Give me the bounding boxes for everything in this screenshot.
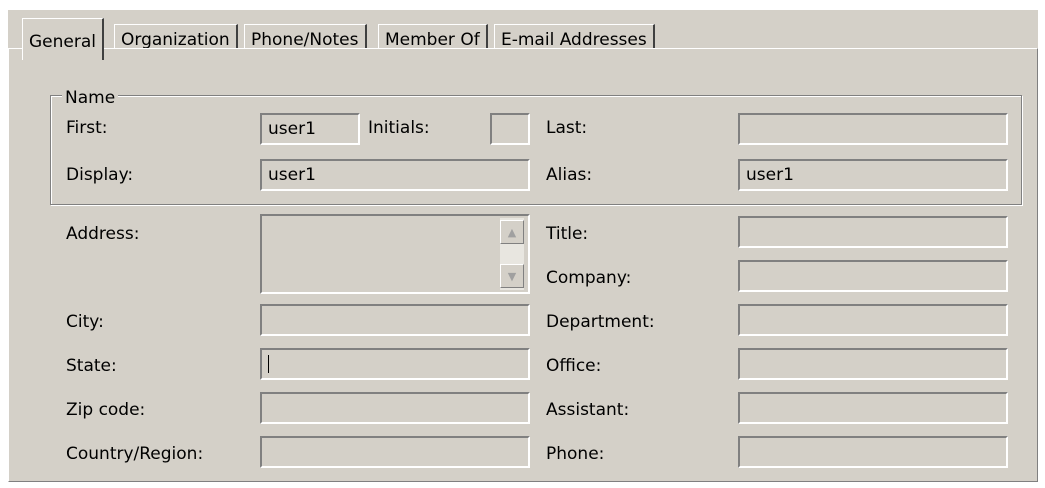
company-label: Company: [546, 268, 632, 288]
address-textarea[interactable] [260, 214, 530, 294]
display-name-label: Display: [66, 165, 134, 185]
last-name-label: Last: [546, 118, 588, 138]
last-name-field[interactable] [738, 113, 1008, 145]
company-field[interactable] [738, 260, 1008, 292]
city-field[interactable] [260, 304, 530, 336]
department-field[interactable] [738, 304, 1008, 336]
tab-label: E-mail Addresses [501, 30, 647, 50]
zip-code-label: Zip code: [66, 400, 146, 420]
office-field[interactable] [738, 348, 1008, 380]
tab-label: Organization [121, 30, 230, 50]
country-region-label: Country/Region: [66, 444, 204, 464]
office-label: Office: [546, 356, 602, 376]
zip-code-field[interactable] [260, 392, 530, 424]
name-group-title: Name [62, 88, 119, 108]
title-label: Title: [546, 224, 589, 244]
country-region-field[interactable] [260, 436, 530, 468]
first-name-field[interactable]: user1 [260, 113, 360, 145]
phone-label: Phone: [546, 444, 605, 464]
alias-label: Alias: [546, 165, 593, 185]
first-name-label: First: [66, 118, 108, 138]
scroll-down-arrow-icon[interactable]: ▼ [500, 264, 524, 288]
display-name-field[interactable]: user1 [260, 159, 530, 191]
tab-label: Member Of [385, 30, 480, 50]
assistant-field[interactable] [738, 392, 1008, 424]
scroll-up-arrow-icon[interactable]: ▲ [500, 220, 524, 244]
initials-label: Initials: [368, 118, 430, 138]
phone-field[interactable] [738, 436, 1008, 468]
state-label: State: [66, 356, 117, 376]
address-label: Address: [66, 224, 140, 244]
tab-label: General [29, 32, 96, 52]
assistant-label: Assistant: [546, 400, 630, 420]
city-label: City: [66, 312, 104, 332]
initials-field[interactable] [490, 113, 530, 145]
properties-dialog: General Organization Phone/Notes Member … [0, 0, 1045, 488]
title-field[interactable] [738, 216, 1008, 248]
tab-label: Phone/Notes [251, 30, 359, 50]
department-label: Department: [546, 312, 655, 332]
state-field[interactable] [260, 348, 530, 380]
tab-strip: General Organization Phone/Notes Member … [8, 10, 1038, 60]
alias-field[interactable]: user1 [738, 159, 1008, 191]
tab-general[interactable]: General [22, 18, 104, 60]
